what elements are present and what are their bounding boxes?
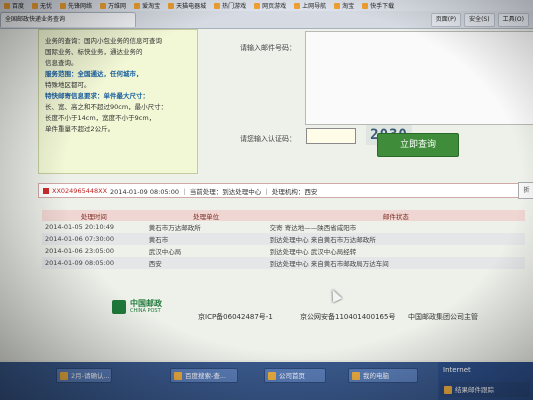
app-icon	[174, 372, 182, 380]
favorite-icon	[254, 2, 261, 9]
table-row: 2014-01-06 07:30:00 黄石市 到达处理中心 来自黄石市万达邮政…	[42, 233, 525, 245]
taskbar-item[interactable]: 公司首页	[264, 368, 326, 383]
police-record[interactable]: 京公网安备110401400165号	[300, 312, 395, 322]
table-cell: 2014-01-05 20:10:49	[45, 223, 115, 231]
table-cell: 西安	[145, 257, 267, 269]
favorite-link[interactable]: 先锋网络	[56, 1, 96, 11]
table-cell: 黄石市	[145, 233, 267, 245]
captcha-label: 请您输入认证码：	[240, 135, 296, 143]
table-cell: 到达处理中心 来自黄石市邮政局万达车间	[266, 257, 525, 269]
tracking-summary: 2014-01-09 08:05:00 ｜ 当前处理：到达处理中心 ｜ 处理机构…	[110, 187, 318, 196]
favorite-icon	[100, 2, 107, 9]
notice-line: 特殊地区都可。	[45, 81, 91, 89]
mouse-cursor-icon	[327, 287, 343, 303]
taskbar-item[interactable]: 我的电脑	[348, 368, 418, 383]
table-row: 2014-01-09 08:05:00 西安 到达处理中心 来自黄石市邮政局万达…	[42, 257, 525, 269]
screen: 百度 无忧 先锋网络 万维网 爱淘宝 天猫电器城 热门游戏 网页游戏 上网导航 …	[0, 0, 533, 400]
column-header: 处理时间	[42, 210, 146, 221]
app-icon	[444, 386, 452, 394]
table-row: 2014-01-05 20:10:49 黄石市万达邮政所 交寄 寄达地——陕西省…	[42, 221, 525, 233]
tracking-summary-bar: XX024965448XX 2014-01-09 08:05:00 ｜ 当前处理…	[38, 183, 520, 198]
table-cell: 交寄 寄达地——陕西省咸阳市	[269, 224, 357, 232]
browser-toolbar: 百度 无忧 先锋网络 万维网 爱淘宝 天猫电器城 热门游戏 网页游戏 上网导航 …	[0, 0, 533, 29]
favorites-bar: 百度 无忧 先锋网络 万维网 爱淘宝 天猫电器城 热门游戏 网页游戏 上网导航 …	[0, 0, 533, 11]
taskbar-item[interactable]: 2月-请确认...	[56, 368, 112, 383]
command-bar: 页面(P) 安全(S) 工具(O)	[430, 13, 529, 27]
favorite-link[interactable]: 万维网	[96, 1, 130, 11]
favorite-link[interactable]: 上网导航	[290, 1, 330, 11]
table-cell: 武汉中心局	[148, 248, 182, 256]
tracking-number-textarea[interactable]	[305, 31, 533, 125]
logo-subtext: CHINA POST	[130, 308, 161, 314]
table-cell: 2014-01-09 08:05:00	[42, 257, 146, 269]
china-post-logo: 中国邮政 CHINA POST	[112, 299, 162, 314]
tracking-table: 处理时间 处理单位 邮件状态 2014-01-05 20:10:49 黄石市万达…	[42, 210, 525, 269]
tracking-number[interactable]: XX024965448XX	[52, 187, 107, 195]
safety-menu-button[interactable]: 安全(S)	[464, 13, 495, 27]
favorite-link[interactable]: 网页游戏	[250, 1, 290, 11]
table-cell: 2014-01-06 23:05:00	[45, 247, 115, 255]
icp-license[interactable]: 京ICP备06042487号-1	[198, 312, 273, 322]
favorite-icon	[334, 2, 341, 9]
zone-indicator: Internet	[443, 366, 471, 374]
table-row: 2014-01-06 23:05:00 武汉中心局 到达处理中心 武汉中心局经转	[42, 245, 525, 257]
app-icon	[60, 372, 68, 380]
favorite-icon	[168, 2, 175, 9]
company-text: 中国邮政集团公司主管	[408, 313, 478, 321]
taskbar-item[interactable]: 百度搜索-查...	[170, 368, 238, 383]
column-header: 邮件状态	[266, 210, 525, 221]
notice-line: 特快邮寄信息要求：单件最大尺寸：	[45, 92, 149, 100]
favorite-link[interactable]: 天猫电器城	[164, 1, 210, 11]
table-header-row: 处理时间 处理单位 邮件状态	[42, 210, 525, 221]
notice-line: 长、宽、高之和不超过90cm，最小尺寸：	[45, 103, 168, 111]
notice-line: 单件重量不超过2公斤。	[45, 125, 115, 133]
table-cell: 到达处理中心 来自黄石市万达邮政所	[266, 233, 525, 245]
mail-icon	[43, 187, 49, 194]
browser-tab[interactable]: 全国邮政快递业务查询	[0, 12, 136, 27]
notice-line: 服务范围：全国通达，任何城市，	[45, 70, 143, 78]
page-content: 业务的查询：国内小包业务的信息可查询 国际业务、标快业务，通达业务的 信息查询。…	[0, 29, 533, 360]
taskbar: 2月-请确认... 百度搜索-查... 公司首页 我的电脑 Internet 结…	[0, 362, 533, 400]
favorite-icon	[4, 2, 10, 9]
favorite-icon	[60, 2, 67, 9]
notice-line: 业务的查询：国内小包业务的信息可查询	[45, 37, 162, 45]
taskbar-item-active[interactable]: 结果邮件跟踪	[440, 382, 530, 397]
computer-icon	[352, 372, 360, 380]
favorite-icon	[32, 2, 39, 9]
logo-text-group: 中国邮政 CHINA POST	[130, 299, 162, 314]
captcha-input[interactable]	[306, 128, 356, 144]
query-button[interactable]: 立即查询	[377, 133, 459, 157]
notice-line: 长度不小于14cm，宽度不小于9cm，	[45, 114, 156, 122]
favorite-icon	[362, 2, 369, 9]
page-menu-button[interactable]: 页面(P)	[430, 13, 462, 27]
favorite-link[interactable]: 百度	[0, 1, 28, 11]
folder-icon	[268, 372, 276, 380]
favorite-icon	[214, 2, 221, 9]
favorite-link[interactable]: 热门游戏	[210, 1, 250, 11]
column-header: 处理单位	[145, 210, 267, 221]
tracking-number-label: 请输入邮件号码：	[240, 44, 296, 52]
notice-line: 信息查询。	[45, 59, 78, 67]
favorite-link[interactable]: 淘宝	[330, 1, 358, 11]
tools-menu-button[interactable]: 工具(O)	[497, 13, 529, 27]
service-notice: 业务的查询：国内小包业务的信息可查询 国际业务、标快业务，通达业务的 信息查询。…	[38, 29, 198, 174]
favorite-link[interactable]: 无忧	[28, 1, 56, 11]
logo-text: 中国邮政	[130, 299, 162, 308]
collapse-button[interactable]: 折	[518, 182, 533, 199]
notice-line: 国际业务、标快业务，通达业务的	[45, 48, 143, 56]
favorite-icon	[134, 2, 141, 9]
favorite-link[interactable]: 爱淘宝	[130, 1, 164, 11]
table-cell: 到达处理中心 武汉中心局经转	[269, 248, 357, 256]
china-post-logo-icon	[112, 299, 126, 314]
table-cell: 2014-01-06 07:30:00	[42, 233, 146, 245]
favorite-link[interactable]: 快手下载	[358, 1, 398, 11]
table-cell: 黄石市万达邮政所	[148, 224, 201, 232]
favorite-icon	[294, 2, 301, 9]
